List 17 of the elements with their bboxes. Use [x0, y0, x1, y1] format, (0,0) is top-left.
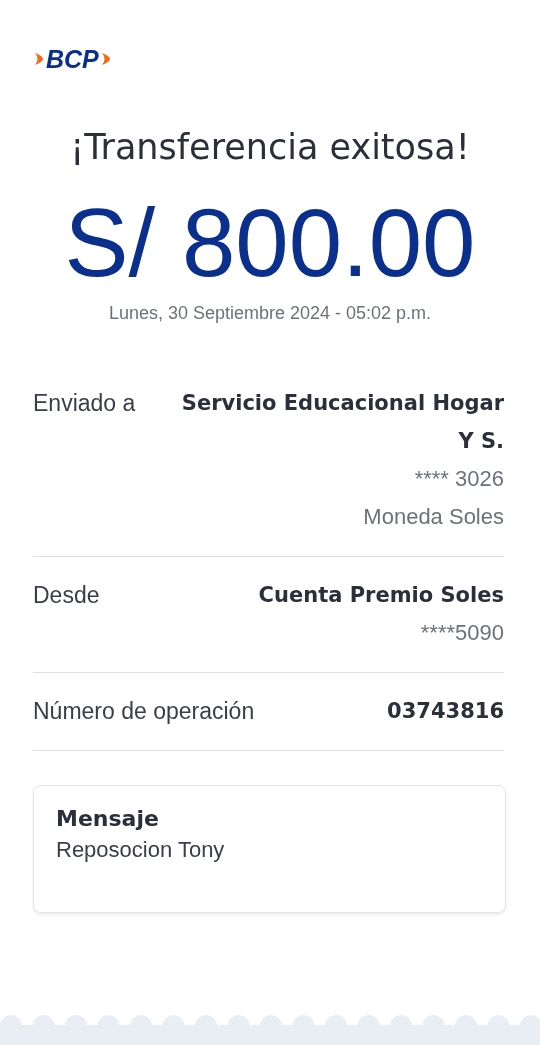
detail-value: **** 3026 [414, 465, 504, 493]
detail-value: ****5090 [420, 619, 504, 647]
amount: S/ 800.00 [63, 197, 477, 289]
detail-value: Moneda Soles [363, 503, 504, 531]
detail-label: Desde [33, 581, 100, 610]
success-title: ¡Transferencia exitosa! [69, 127, 471, 167]
detail-value: 03743816 [387, 698, 504, 725]
detail-value: Servicio Educacional Hogar Y S. [180, 390, 504, 455]
message-text: Reposocion Tony [56, 837, 226, 863]
detail-label: Número de operación [33, 697, 255, 726]
chevron-icon [99, 50, 112, 68]
detail-value: Cuenta Premio Soles [258, 582, 504, 609]
logo-text: BCP [46, 45, 99, 73]
date-time: Lunes, 30 Septiembre 2024 - 05:02 p.m. [107, 303, 433, 324]
chevron-icon [33, 50, 45, 68]
message-title: Mensaje [56, 806, 160, 831]
detail-label: Enviado a [33, 389, 136, 418]
